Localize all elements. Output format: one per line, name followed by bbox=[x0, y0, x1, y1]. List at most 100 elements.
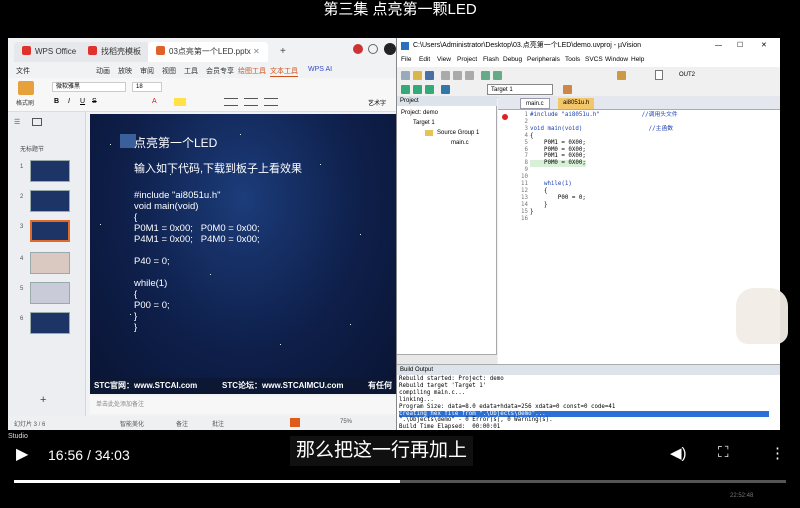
strikethrough-button[interactable]: S bbox=[92, 98, 97, 105]
menu-view[interactable]: View bbox=[437, 56, 451, 63]
tree-project[interactable]: Project: demo bbox=[401, 110, 438, 116]
tree-target[interactable]: Target 1 bbox=[413, 120, 435, 126]
undo-icon[interactable] bbox=[481, 71, 490, 80]
menu-animation[interactable]: 动画 bbox=[96, 66, 110, 76]
art-text-label[interactable]: 艺术字 bbox=[368, 98, 386, 107]
slide-title[interactable]: 点亮第一个LED bbox=[134, 134, 217, 151]
target-select[interactable]: Target 1 bbox=[487, 84, 553, 95]
code-line[interactable]: { bbox=[530, 133, 534, 140]
fullscreen-icon[interactable]: ⛶ bbox=[718, 444, 729, 461]
beautify-button[interactable]: 智能美化 bbox=[120, 419, 144, 428]
new-file-icon[interactable] bbox=[401, 71, 410, 80]
code-line[interactable]: { bbox=[530, 188, 548, 195]
find-icon[interactable] bbox=[617, 71, 626, 80]
font-name-select[interactable]: 微软雅黑 bbox=[52, 82, 126, 92]
save-icon[interactable] bbox=[425, 71, 434, 80]
menu-flash[interactable]: Flash bbox=[483, 56, 499, 63]
slide-canvas[interactable]: 点亮第一个LED 输入如下代码,下载到板子上看效果 #include "ai80… bbox=[90, 114, 396, 394]
menu-peripherals[interactable]: Peripherals bbox=[527, 56, 560, 63]
tree-source-group[interactable]: Source Group 1 bbox=[437, 130, 479, 136]
code-line[interactable]: #include "ai8051u.h" //调用头文件 bbox=[530, 112, 678, 119]
slide-thumbnail-1[interactable] bbox=[30, 160, 70, 182]
slide-thumbnail-2[interactable] bbox=[30, 190, 70, 212]
menu-window[interactable]: Window bbox=[605, 56, 628, 63]
menu-file[interactable]: 文件 bbox=[16, 66, 30, 76]
close-icon[interactable]: ✕ bbox=[253, 47, 260, 56]
rebuild-icon[interactable] bbox=[425, 85, 434, 94]
download-icon[interactable] bbox=[441, 85, 450, 94]
add-tab-icon[interactable]: + bbox=[280, 46, 286, 57]
slide-code-box[interactable]: #include "ai8051u.h" void main(void) { P… bbox=[134, 190, 260, 333]
more-options-icon[interactable]: ⋮ bbox=[770, 444, 785, 462]
tab-main-c[interactable]: main.c bbox=[520, 98, 550, 109]
bold-button[interactable]: B bbox=[54, 98, 59, 105]
volume-icon[interactable]: ◀) bbox=[670, 444, 687, 462]
redo-icon[interactable] bbox=[493, 71, 502, 80]
notes-input[interactable]: 单击此处添加备注 bbox=[90, 396, 396, 414]
minimize-icon[interactable]: — bbox=[715, 38, 722, 54]
close-icon[interactable]: ✕ bbox=[761, 38, 767, 54]
code-line[interactable]: P0M1 = 0X00; bbox=[530, 140, 586, 147]
translate-icon[interactable] bbox=[401, 85, 410, 94]
tab-ai8051u-h[interactable]: ai8051u.h bbox=[558, 98, 595, 109]
font-size-select[interactable]: 18 bbox=[132, 82, 162, 92]
copy-icon[interactable] bbox=[453, 71, 462, 80]
menu-view[interactable]: 视图 bbox=[162, 66, 176, 76]
code-line[interactable]: while(1) bbox=[530, 181, 572, 188]
menu-svcs[interactable]: SVCS bbox=[585, 56, 603, 63]
zoom-level[interactable]: 75% bbox=[340, 419, 352, 425]
play-icon[interactable]: ▶ bbox=[16, 444, 28, 464]
avatar[interactable] bbox=[384, 43, 396, 55]
menu-edit[interactable]: Edit bbox=[419, 56, 430, 63]
menu-debug[interactable]: Debug bbox=[503, 56, 522, 63]
slide-thumbnail-6[interactable] bbox=[30, 312, 70, 334]
code-line[interactable]: P0M0 = 0X00; bbox=[530, 160, 586, 168]
tree-main-c[interactable]: main.c bbox=[451, 140, 469, 146]
menu-wps-ai[interactable]: WPS AI bbox=[308, 66, 332, 73]
tab-template[interactable]: 找稻壳模板 bbox=[80, 42, 149, 62]
badge-icon[interactable] bbox=[353, 44, 363, 54]
code-line[interactable]: P0M1 = 0X00; bbox=[530, 153, 586, 160]
code-line[interactable]: P0M0 = 0X00; bbox=[530, 147, 586, 154]
code-line[interactable]: } bbox=[530, 202, 548, 209]
menu-project[interactable]: Project bbox=[457, 56, 477, 63]
menu-help[interactable]: Help bbox=[631, 56, 644, 63]
tab-wps-office[interactable]: WPS Office bbox=[14, 42, 85, 62]
add-slide-button[interactable]: + bbox=[40, 394, 46, 406]
menu-member[interactable]: 会员专享 bbox=[206, 66, 234, 76]
paste-icon[interactable] bbox=[465, 71, 474, 80]
tab-pptx[interactable]: 03点亮第一个LED.pptx ✕ bbox=[148, 42, 268, 62]
menu-review[interactable]: 审阅 bbox=[140, 66, 154, 76]
menu-tools[interactable]: Tools bbox=[565, 56, 580, 63]
slide-thumbnail-4[interactable] bbox=[30, 252, 70, 274]
cut-icon[interactable] bbox=[441, 71, 450, 80]
list-view-icon[interactable]: ☰ bbox=[14, 118, 20, 126]
slide-thumbnail-3[interactable] bbox=[30, 220, 70, 242]
code-line[interactable]: void main(void) //主函数 bbox=[530, 126, 673, 133]
italic-button[interactable]: I bbox=[68, 98, 70, 105]
menu-drawing-tools[interactable]: 绘图工具 bbox=[238, 66, 266, 76]
format-painter-icon[interactable] bbox=[18, 81, 34, 95]
maximize-icon[interactable]: ☐ bbox=[737, 38, 743, 54]
menu-slideshow[interactable]: 放映 bbox=[118, 66, 132, 76]
menu-file[interactable]: File bbox=[401, 56, 411, 63]
menu-tools[interactable]: 工具 bbox=[184, 66, 198, 76]
comment-button[interactable]: 批注 bbox=[212, 419, 224, 428]
settings-icon[interactable] bbox=[368, 44, 378, 54]
notes-button[interactable]: 备注 bbox=[176, 419, 188, 428]
build-icon[interactable] bbox=[413, 85, 422, 94]
code-line[interactable]: P00 = 0; bbox=[530, 195, 586, 202]
play-slideshow-button[interactable] bbox=[290, 418, 300, 427]
font-color-button[interactable]: A bbox=[152, 98, 157, 105]
align-left-button[interactable] bbox=[224, 98, 238, 106]
open-file-icon[interactable] bbox=[413, 71, 422, 80]
grid-view-icon[interactable] bbox=[32, 118, 42, 126]
target-options-icon[interactable] bbox=[563, 85, 572, 94]
align-center-button[interactable] bbox=[244, 98, 258, 106]
slide-subtitle[interactable]: 输入如下代码,下载到板子上看效果 bbox=[134, 160, 302, 176]
slide-thumbnail-5[interactable] bbox=[30, 282, 70, 304]
align-right-button[interactable] bbox=[264, 98, 278, 106]
underline-button[interactable]: U bbox=[80, 98, 85, 105]
menu-text-tools[interactable]: 文本工具 bbox=[270, 66, 298, 77]
highlight-button[interactable] bbox=[174, 98, 186, 106]
